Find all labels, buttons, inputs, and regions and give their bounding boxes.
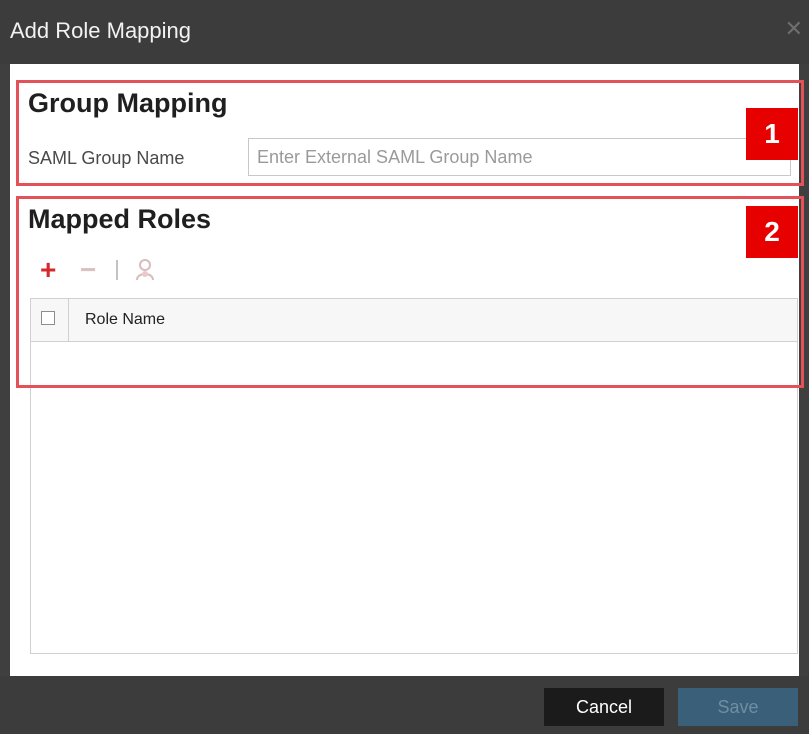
dialog-title: Add Role Mapping — [10, 18, 192, 43]
dialog-left-edge — [0, 0, 10, 734]
add-role-mapping-dialog: Add Role Mapping ✕ Group Mapping SAML Gr… — [0, 0, 809, 734]
close-icon[interactable]: ✕ — [785, 16, 803, 42]
callout-badge-2: 2 — [746, 206, 798, 258]
callout-frame-2 — [16, 196, 804, 388]
cancel-button[interactable]: Cancel — [544, 688, 664, 726]
dialog-content: Group Mapping SAML Group Name Mapped Rol… — [10, 64, 804, 676]
callout-frame-1 — [16, 80, 804, 186]
save-button[interactable]: Save — [678, 688, 798, 726]
dialog-titlebar: Add Role Mapping ✕ — [0, 0, 809, 64]
dialog-footer: Cancel Save — [0, 676, 809, 734]
callout-badge-1: 1 — [746, 108, 798, 160]
